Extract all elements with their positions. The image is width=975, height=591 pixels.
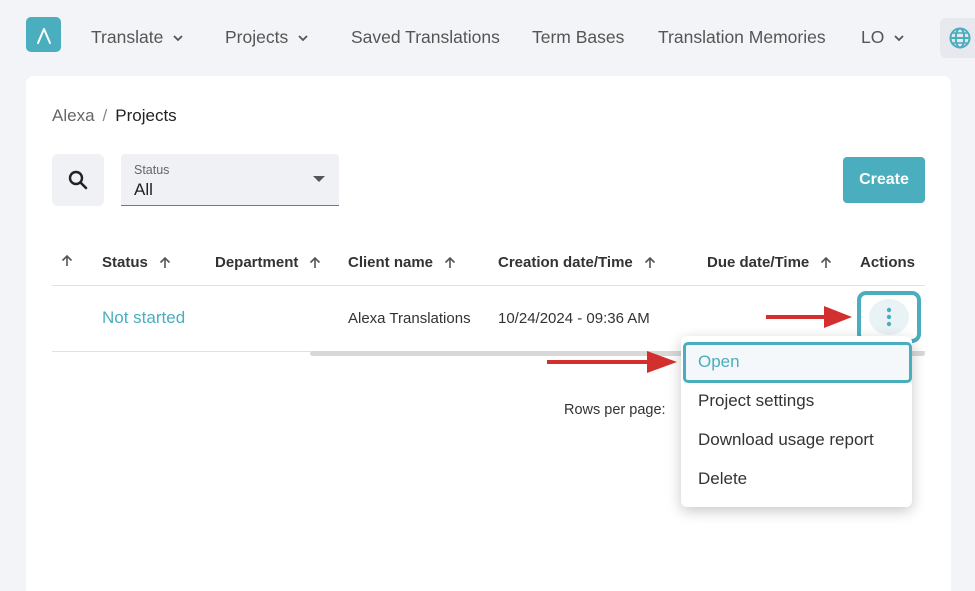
nav-translation-memories-label: Translation Memories [658, 27, 826, 47]
row-client-name: Alexa Translations [348, 310, 471, 327]
nav-translate[interactable]: Translate [91, 27, 185, 48]
menu-item-download-usage-report[interactable]: Download usage report [698, 430, 874, 450]
nav-lo[interactable]: LO [861, 27, 906, 48]
column-department-label: Department [215, 254, 299, 271]
annotation-arrow-icon [766, 306, 852, 328]
sort-all-button[interactable] [60, 254, 74, 268]
table-header: Status Department Client name Creation d… [52, 244, 925, 286]
status-filter-value: All [134, 180, 153, 199]
nav-translation-memories[interactable]: Translation Memories [658, 27, 826, 48]
nav-lo-label: LO [861, 27, 885, 47]
column-actions-label: Actions [860, 254, 916, 271]
row-status[interactable]: Not started [102, 308, 185, 328]
breadcrumb-parent[interactable]: Alexa [52, 106, 95, 125]
column-due-date-label: Due date/Time [707, 254, 810, 271]
nav-saved-translations-label: Saved Translations [351, 27, 500, 47]
rows-per-page-label: Rows per page: [564, 402, 666, 418]
column-client-name[interactable]: Client name [348, 254, 457, 271]
search-icon [68, 170, 88, 190]
breadcrumb-separator: / [102, 106, 108, 125]
nav-term-bases[interactable]: Term Bases [532, 27, 624, 48]
chevron-down-icon [298, 34, 308, 41]
more-vertical-icon [886, 307, 892, 327]
column-due-date[interactable]: Due date/Time [707, 254, 833, 271]
breadcrumb: Alexa / Projects [52, 106, 177, 126]
arrow-up-icon [644, 256, 655, 268]
column-creation-date[interactable]: Creation date/Time [498, 254, 657, 271]
arrow-up-icon [159, 256, 170, 268]
column-client-name-label: Client name [348, 254, 434, 271]
column-department[interactable]: Department [215, 254, 322, 271]
nav-projects[interactable]: Projects [225, 27, 310, 48]
column-status[interactable]: Status [102, 254, 172, 271]
nav-projects-label: Projects [225, 27, 289, 47]
nav-translate-label: Translate [91, 27, 164, 47]
arrow-up-icon [444, 256, 456, 268]
annotation-arrow-icon [547, 351, 677, 373]
arrow-up-icon [61, 254, 73, 266]
globe-icon [949, 27, 971, 49]
nav-term-bases-label: Term Bases [532, 27, 625, 47]
caret-down-icon [313, 176, 325, 182]
row-creation-date: 10/24/2024 - 09:36 AM [498, 310, 650, 327]
main-card: Alexa / Projects Status All Create Status … [26, 76, 951, 591]
menu-item-project-settings[interactable]: Project settings [698, 391, 814, 411]
arrow-up-icon [821, 256, 832, 268]
row-actions-button[interactable] [869, 299, 909, 335]
chevron-down-icon [173, 34, 183, 41]
menu-item-open-label: Open [698, 352, 740, 371]
status-filter-label: Status [134, 163, 170, 177]
breadcrumb-current: Projects [115, 106, 177, 125]
create-button[interactable]: Create [843, 157, 925, 203]
menu-item-delete[interactable]: Delete [698, 469, 747, 489]
top-nav: Translate Projects Saved Translations Te… [0, 0, 975, 76]
column-status-label: Status [102, 254, 148, 271]
status-filter-select[interactable]: Status All [121, 154, 339, 206]
arrow-up-icon [310, 256, 321, 268]
chevron-down-icon [894, 34, 904, 41]
globe-button[interactable] [940, 18, 975, 58]
search-button[interactable] [52, 154, 104, 206]
lambda-logo-icon[interactable] [26, 17, 61, 52]
nav-saved-translations[interactable]: Saved Translations [351, 27, 500, 48]
column-creation-date-label: Creation date/Time [498, 254, 633, 271]
column-actions: Actions [860, 254, 915, 271]
